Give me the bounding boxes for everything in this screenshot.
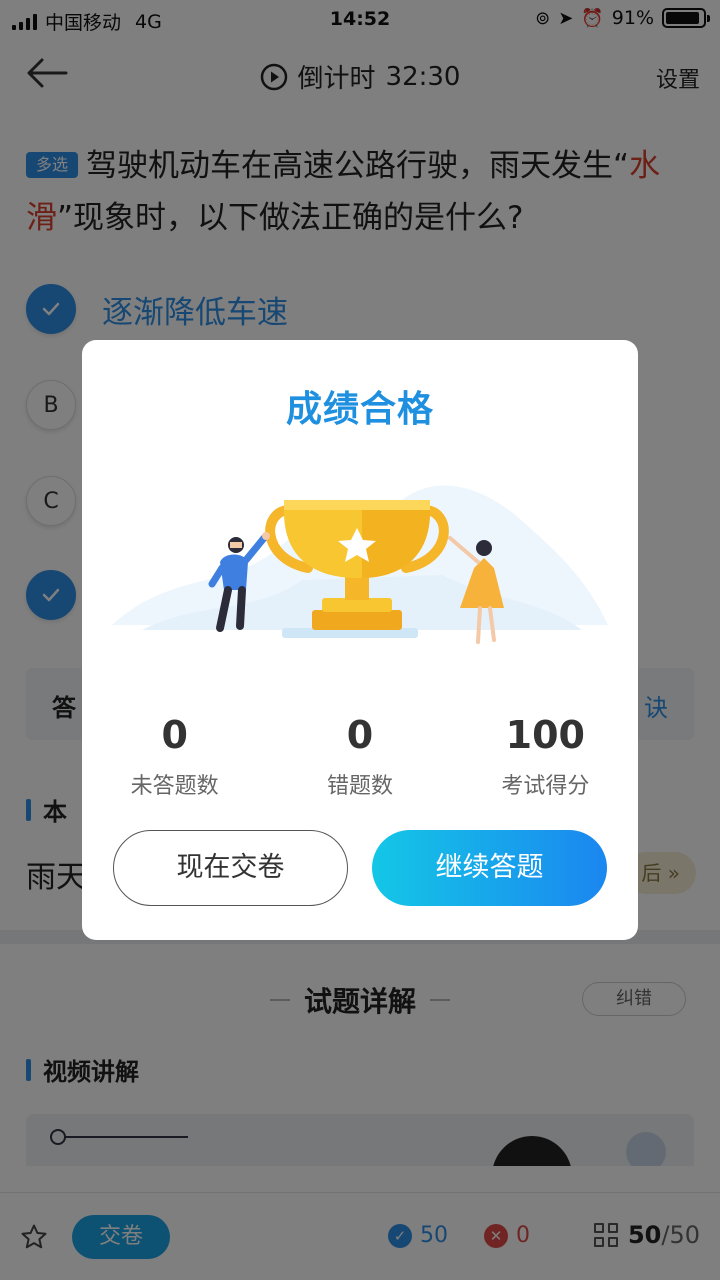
stat-wrong-label: 错题数 (326, 774, 393, 799)
result-modal: 成绩合格 0 未答题数 0 错题数 100 考试得分 现在交卷 继续答题 (82, 340, 638, 940)
stat-score: 100 考试得分 (453, 712, 638, 800)
stat-wrong: 0 错题数 (267, 712, 452, 800)
score-stats: 0 未答题数 0 错题数 100 考试得分 (82, 712, 638, 800)
stat-unanswered: 0 未答题数 (82, 712, 267, 800)
stat-wrong-value: 0 (346, 713, 374, 757)
stat-score-value: 100 (505, 713, 585, 757)
stat-unanswered-label: 未答题数 (130, 774, 219, 799)
stat-unanswered-value: 0 (161, 713, 188, 757)
trophy-illustration (112, 485, 608, 644)
continue-answering-button[interactable]: 继续答题 (372, 830, 607, 906)
stat-score-label: 考试得分 (501, 774, 590, 799)
modal-title: 成绩合格 (285, 389, 434, 430)
submit-now-button[interactable]: 现在交卷 (113, 830, 348, 906)
